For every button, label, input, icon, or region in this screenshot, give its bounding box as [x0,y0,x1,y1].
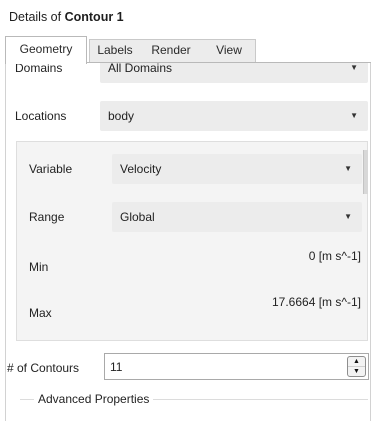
details-panel: Details of Contour 1 Geometry Labels Ren… [0,0,376,421]
range-dropdown[interactable]: Global ▼ [112,202,362,232]
variable-label: Variable [29,162,73,176]
min-label: Min [29,260,49,274]
group-scrollbar[interactable] [363,150,368,194]
locations-value: body [108,109,135,123]
range-label: Range [29,210,65,224]
spin-down-icon[interactable]: ▼ [348,367,365,377]
tab-view[interactable]: View [203,39,255,63]
dropdown-arrow-icon: ▼ [350,111,358,120]
domains-dropdown[interactable]: All Domains ▼ [100,63,368,83]
variable-value: Velocity [120,162,162,176]
locations-label: Locations [15,109,67,123]
num-contours-spinbox[interactable]: ▲ ▼ [104,353,369,380]
tab-render[interactable]: Render [143,39,199,63]
variable-dropdown[interactable]: Velocity ▼ [112,154,362,184]
panel-title: Details of Contour 1 [9,6,124,28]
range-value: Global [120,210,155,224]
variable-group: Variable Velocity ▼ Range Global ▼ Min 0… [16,141,368,341]
dropdown-arrow-icon: ▼ [344,164,352,173]
max-label: Max [29,306,52,320]
spin-buttons: ▲ ▼ [347,356,366,377]
tab-geometry[interactable]: Geometry [5,36,87,64]
panel-title-object: Contour 1 [64,10,124,24]
max-value: 17.6664 [m s^-1] [271,295,361,309]
locations-dropdown[interactable]: body ▼ [100,101,368,131]
num-contours-input[interactable] [105,354,345,379]
panel-title-prefix: Details of [9,10,62,24]
dropdown-arrow-icon: ▼ [350,63,358,72]
advanced-properties-label[interactable]: Advanced Properties [34,392,154,406]
geometry-tab-content: Domains All Domains ▼ Locations body ▼ V… [5,63,371,421]
domains-value: All Domains [108,63,173,75]
min-value: 0 [m s^-1] [308,249,361,263]
num-contours-label: # of Contours [7,361,80,375]
spin-up-icon[interactable]: ▲ [348,357,365,367]
domains-label: Domains [15,63,63,75]
tab-labels[interactable]: Labels [91,39,139,63]
dropdown-arrow-icon: ▼ [344,212,352,221]
